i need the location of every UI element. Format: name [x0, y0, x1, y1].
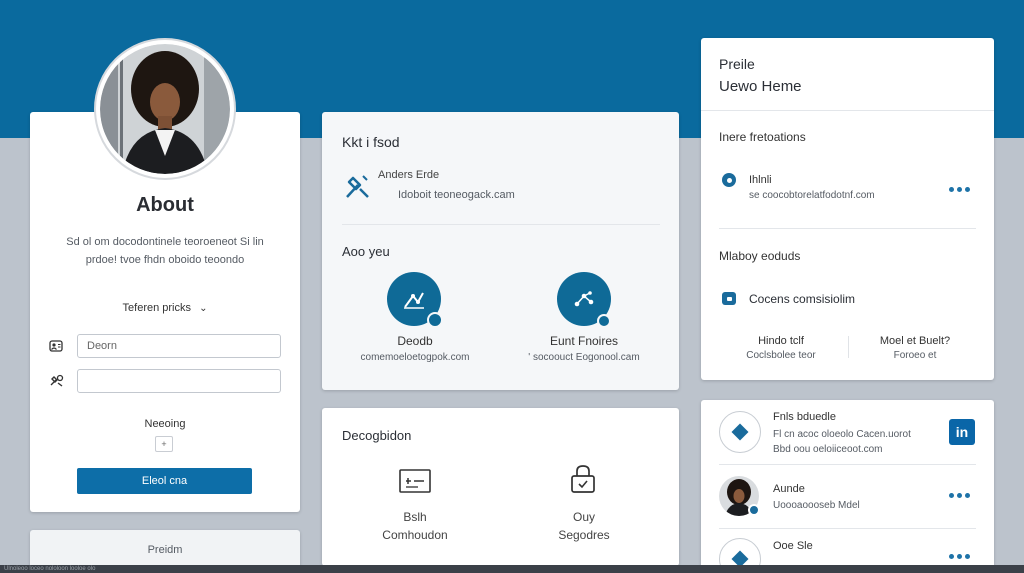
connections-card: Fnls bduedle Fl cn acoc oloeolo Cacen.uo…: [701, 400, 994, 568]
tools-icon: [342, 170, 374, 202]
contact-item1-title: Deodb: [397, 334, 433, 348]
briefcase-icon: [722, 292, 736, 305]
about-bio-line2: prdoe! tvoe fhdn oboido teoondo: [85, 254, 245, 266]
about-title: About: [136, 194, 194, 216]
profile-stat1-title: Hindo tclf: [758, 335, 804, 347]
contact-item1-badge[interactable]: [387, 272, 443, 328]
profile-row1-title: Ihlnli: [749, 174, 772, 186]
profile-stat2-title: Moel et Buelt?: [879, 335, 951, 347]
connection1-line1: Fl cn acoc oloeolo Cacen.uorot: [773, 429, 911, 440]
profile-stat1-sub: Coclsbolee teor: [746, 350, 816, 361]
edit-dot-icon: [748, 504, 760, 516]
contact-item1-sub: comemoeloetogpok.com: [360, 352, 470, 363]
contact-divider: [342, 224, 660, 225]
about-footer-card: Preidm: [30, 530, 300, 570]
profile-title: Preile: [719, 56, 755, 72]
profile-row1-sub: se coocobtorelatfodotnf.com: [749, 190, 875, 201]
description-item1-line2: Comhoudon: [382, 528, 448, 542]
network-icon: [574, 291, 594, 307]
connection1-title: Fnls bduedle: [773, 411, 836, 423]
connections-divider: [719, 528, 976, 529]
about-footer-label: Preidm: [147, 544, 183, 556]
about-dropdown[interactable]: Teferen pricks ⌄: [30, 302, 300, 314]
name-input[interactable]: [77, 334, 281, 358]
profile-section1: Inere fretoations: [719, 130, 806, 144]
contact-name: Anders Erde: [378, 169, 440, 181]
contact-title: Kkt i fsod: [342, 134, 400, 150]
plus-icon: +: [161, 439, 167, 449]
description-title: Decogbidon: [342, 428, 412, 443]
contact-card: Kkt i fsod Anders Erde Idoboit teoneogac…: [322, 112, 679, 390]
about-bio-line1: Sd ol om docodontinele teoroeneot Si lin: [66, 236, 264, 248]
lock-icon: [568, 462, 598, 496]
connection2-more-button[interactable]: [949, 493, 970, 498]
profile-row1-more-button[interactable]: [949, 187, 970, 192]
connection3-avatar: [719, 538, 761, 568]
certificate-icon: [398, 466, 432, 496]
profile-divider: [701, 110, 994, 111]
about-dropdown-label: Teferen pricks: [122, 302, 192, 314]
avatar-photo: [100, 44, 230, 174]
target-icon: [722, 173, 736, 187]
about-small-label: Neeoing: [144, 418, 186, 430]
contact-section-title: Aoo yeu: [342, 244, 390, 259]
primary-action-label: Eleol cna: [141, 475, 188, 487]
connection-item[interactable]: Aunde Uoooaoooseb Mdel: [701, 466, 994, 526]
profile-stat-divider: [848, 336, 849, 358]
connection-item[interactable]: Ooe Sle: [701, 530, 994, 568]
primary-action-button[interactable]: Eleol cna: [77, 468, 252, 494]
edit-dot-icon: [427, 312, 443, 328]
bottom-status-bar: Ulnoleoo loceo nololoon looloe olo: [0, 565, 1024, 573]
detail-input[interactable]: [77, 369, 281, 393]
chevron-down-icon: ⌄: [199, 303, 208, 314]
connections-divider: [719, 464, 976, 465]
connection2-sub: Uoooaoooseb Mdel: [773, 500, 860, 511]
connection1-line2: Bbd oou oeloiiceoot.com: [773, 444, 883, 455]
contact-email[interactable]: Idoboit teoneogack.cam: [398, 189, 515, 201]
graph-icon: [404, 292, 424, 309]
contact-item2-sub: ' socoouct Eogonool.cam: [528, 352, 640, 363]
profile-stat2-sub: Foroeo et: [893, 350, 937, 361]
profile-card: Preile Uewo Heme Inere fretoations Ihlnl…: [701, 38, 994, 380]
connection3-title: Ooe Sle: [773, 540, 813, 552]
description-item2-line1: Ouy: [572, 510, 595, 524]
description-item2-line2: Segodres: [558, 528, 610, 542]
linkedin-icon[interactable]: in: [949, 419, 975, 445]
description-card: Decogbidon Bslh Comhoudon Ouy Segodres: [322, 408, 679, 566]
connection2-title: Aunde: [773, 483, 805, 495]
connection3-more-button[interactable]: [949, 554, 970, 559]
connection1-avatar: [719, 411, 761, 453]
linkedin-text: in: [955, 424, 969, 440]
contact-item2-title: Eunt Fnoires: [549, 334, 619, 348]
profile-section2: Mlaboy eoduds: [719, 249, 801, 263]
connection-item[interactable]: Fnls bduedle Fl cn acoc oloeolo Cacen.uo…: [701, 400, 994, 464]
diamond-icon: [731, 423, 749, 441]
profile-avatar[interactable]: [94, 38, 236, 180]
contact-item2-badge[interactable]: [557, 272, 611, 328]
profile-row2-title: Cocens comsisiolim: [749, 292, 856, 306]
footer-text: Ulnoleoo loceo nololoon looloe olo: [4, 566, 96, 572]
contact-card-icon: [48, 338, 64, 354]
profile-divider-2: [719, 228, 976, 229]
edit-dot-icon: [597, 314, 611, 328]
tools-icon: [48, 372, 64, 388]
profile-subtitle: Uewo Heme: [719, 78, 802, 95]
description-item1-line1: Bslh: [403, 510, 427, 524]
small-add-button[interactable]: +: [155, 436, 173, 452]
